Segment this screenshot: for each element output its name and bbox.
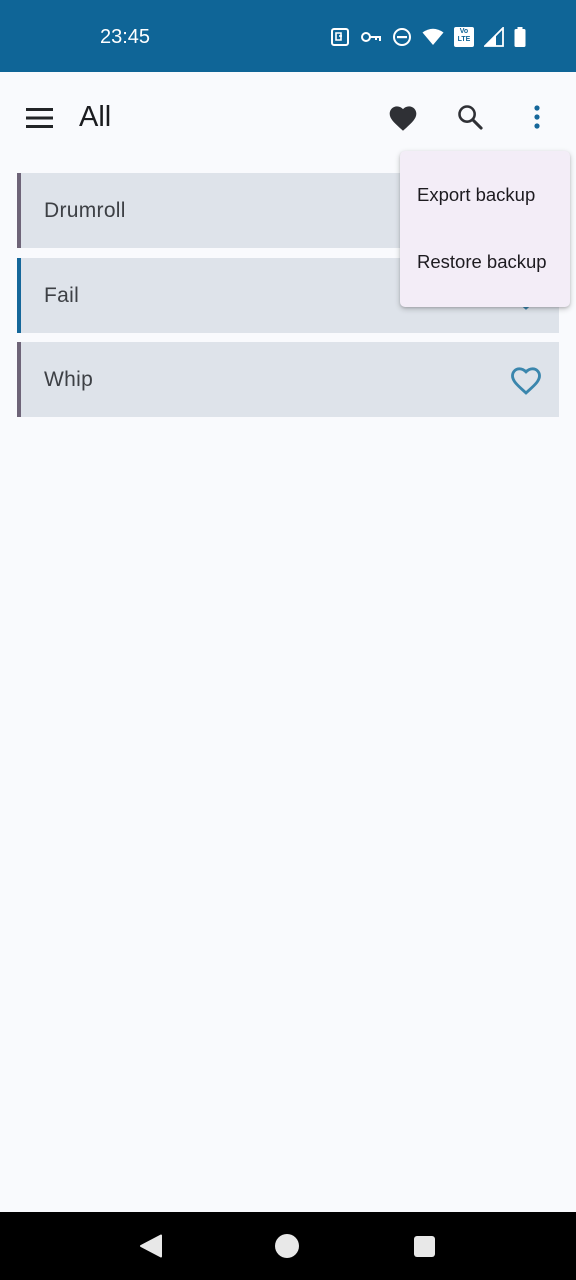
more-options-button[interactable] xyxy=(520,98,554,136)
volte-label: Vo LTE xyxy=(457,28,471,43)
search-button[interactable] xyxy=(451,98,489,136)
more-vert-icon xyxy=(534,105,540,129)
do-not-disturb-icon xyxy=(393,28,411,46)
home-icon[interactable] xyxy=(275,1234,299,1258)
favorites-filter-button[interactable] xyxy=(384,98,422,136)
back-icon[interactable] xyxy=(139,1234,163,1258)
battery-icon xyxy=(514,27,526,47)
vpn-key-icon xyxy=(361,32,381,42)
favorite-toggle-button[interactable] xyxy=(507,361,545,397)
menu-item-restore-backup[interactable]: Restore backup xyxy=(400,228,570,295)
status-icons: Vo LTE xyxy=(330,24,526,50)
menu-icon xyxy=(26,108,53,128)
nfc-icon xyxy=(331,28,349,46)
list-item-label: Fail xyxy=(44,283,80,307)
list-item-label: Whip xyxy=(44,368,94,391)
list-item[interactable]: Whip xyxy=(17,342,559,417)
status-time: 23:45 xyxy=(100,26,151,48)
menu-button[interactable] xyxy=(22,100,58,136)
system-nav-bar xyxy=(0,1212,576,1280)
list-item-label: Drumroll xyxy=(44,199,126,222)
page-title: All xyxy=(79,101,112,133)
search-icon xyxy=(458,105,483,130)
status-bar: 23:45 Vo LTE xyxy=(0,0,576,72)
menu-item-export-backup[interactable]: Export backup xyxy=(400,161,570,228)
favorite-outline-icon xyxy=(511,366,541,395)
overflow-menu: Export backup Restore backup xyxy=(400,151,570,307)
cell-signal-icon xyxy=(484,27,504,47)
recents-icon[interactable] xyxy=(414,1236,435,1257)
wifi-icon xyxy=(422,28,444,45)
volte-icon: Vo LTE xyxy=(454,27,474,47)
favorite-filled-icon xyxy=(389,106,417,131)
